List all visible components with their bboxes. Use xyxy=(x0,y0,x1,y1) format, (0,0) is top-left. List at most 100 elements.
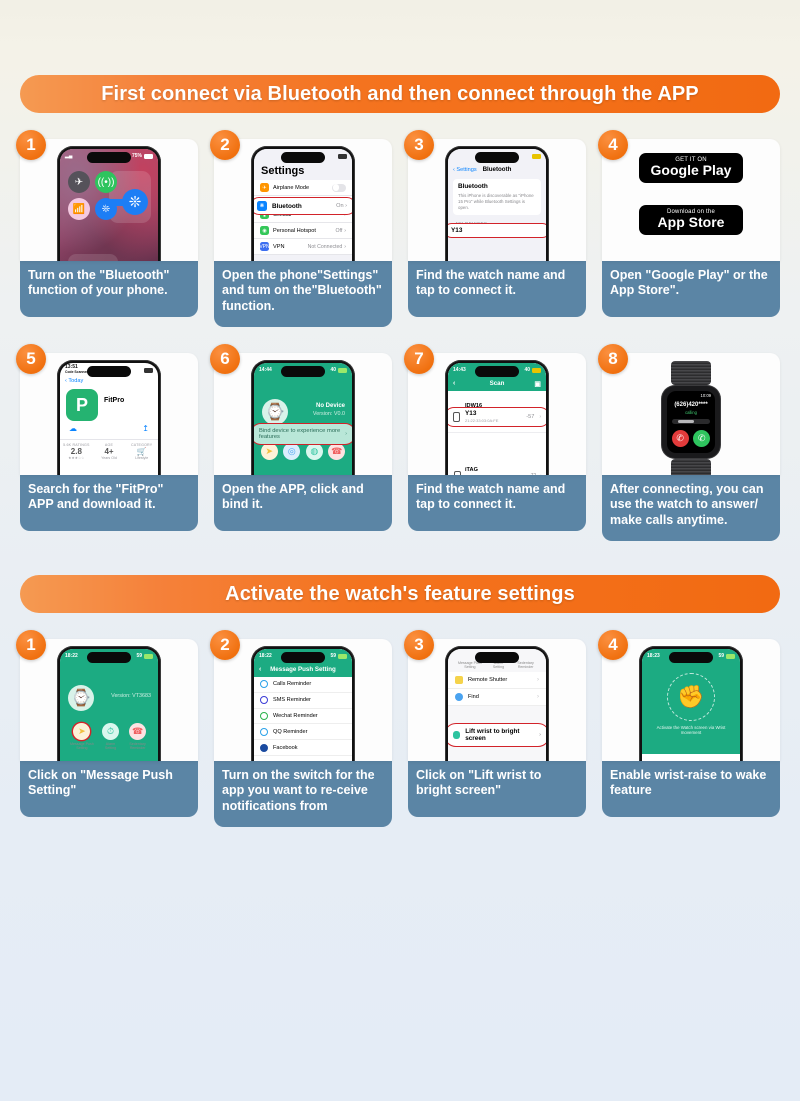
sedentary-icon[interactable]: ◍ xyxy=(305,443,323,460)
step-card-5: 5 13:51 Code Scanner ‹ Today P FitPro ☁ … xyxy=(16,344,198,541)
watch-icon xyxy=(453,412,460,422)
bind-device-label: Bind device to experience more features xyxy=(259,428,341,440)
watch-time: 10:09 xyxy=(700,393,711,398)
step-card-1: 1 ▂▄ 75% ✈ ((•)) 📶 ❊ ❊ Turn on the "Blue… xyxy=(16,130,198,327)
push-row-wechat[interactable]: Wechat Reminder xyxy=(254,708,352,725)
chevron-right-icon: › xyxy=(537,694,539,701)
back-button[interactable]: ‹ xyxy=(453,380,455,387)
airplane-toggle[interactable] xyxy=(332,183,346,192)
phone-mockup: ‹ Settings Bluetooth Bluetooth This iPho… xyxy=(445,146,549,261)
feature-row-lift-wrist-highlighted[interactable]: Lift wrist to bright screen › xyxy=(448,723,546,747)
fitpro-app-name: FitPro xyxy=(104,397,125,404)
device-row-y13-highlighted[interactable]: Y13 xyxy=(448,223,546,238)
settings-row-bluetooth-highlighted[interactable]: ❊ Bluetooth On › xyxy=(254,197,352,215)
message-push-icon: ➤ xyxy=(73,723,91,740)
step-caption: Open the APP, click and bind it. xyxy=(214,475,392,531)
section-banner-connect: First connect via Bluetooth and then con… xyxy=(20,75,780,113)
wifi-icon[interactable]: 📶 xyxy=(68,198,90,220)
device-row[interactable]: iTAG FF:FF:10:A5:B4:B3:BB:02:01:03:00 -7… xyxy=(448,455,546,475)
step-number-badge: 3 xyxy=(404,130,434,160)
screenshot-scan-list: 14:43 40 ‹ Scan ▣ IDW16 iTAG Y13 21:22:3… xyxy=(408,353,586,475)
message-push-icon[interactable]: ➤ xyxy=(260,443,278,460)
device-mac: 21:22:33:03:0A:FE xyxy=(465,418,499,423)
phone-accept-icon[interactable]: ✆ xyxy=(693,430,711,447)
row-label: Bluetooth xyxy=(272,202,302,210)
app-store-label: App Store xyxy=(657,214,725,230)
phone-notch xyxy=(87,652,131,663)
back-button[interactable]: ‹ xyxy=(259,666,261,673)
screenshot-feature-list: Message Push Setting Alarm Setting Seden… xyxy=(408,639,586,761)
feature-alarm[interactable]: ⏱ Alarm Setting xyxy=(100,723,121,750)
screenshot-fitpro-bind: 14:44 40 ⌚ No Device Version: V0.0 ➤ ◎ ◍… xyxy=(214,353,392,475)
settings-row-vpn[interactable]: VPN VPN Not Connected › xyxy=(254,239,352,255)
app-store-badge[interactable]: Download on the App Store xyxy=(639,205,743,235)
row-value: Not Connected xyxy=(307,243,343,250)
version-label: Version: V0.0 xyxy=(312,411,345,417)
screenshot-message-push-setting: 18:22 59 ‹ Message Push Setting Calls Re… xyxy=(214,639,392,761)
airplane-icon[interactable]: ✈ xyxy=(68,171,90,193)
phone-notch xyxy=(281,366,325,377)
feature-row-find[interactable]: Find › xyxy=(448,689,546,707)
bind-device-banner[interactable]: Bind device to experience more features … xyxy=(254,423,352,445)
phone-decline-icon[interactable]: ✆ xyxy=(671,430,689,447)
status-time: 18:22 xyxy=(65,653,78,659)
device-row-y13-highlighted[interactable]: Y13 21:22:33:03:0A:FE -57 › xyxy=(448,407,546,427)
phone-mockup: Message Push Setting Alarm Setting Seden… xyxy=(445,646,549,761)
call-icon[interactable]: ☎ xyxy=(328,443,346,460)
screenshot-store-badges: GET IT ON Google Play Download on the Ap… xyxy=(602,139,780,261)
push-row-calls[interactable]: Calls Reminder xyxy=(254,677,352,693)
step-number-badge: 6 xyxy=(210,344,240,374)
lift-wrist-icon xyxy=(453,731,461,739)
step-number-badge: 5 xyxy=(16,344,46,374)
push-row-qq[interactable]: QQ Reminder xyxy=(254,724,352,741)
feature-card-3: 3 Message Push Setting Alarm Setting Sed… xyxy=(404,630,586,827)
status-time: 14:44 xyxy=(259,367,272,373)
calls-reminder-icon xyxy=(260,680,268,689)
status-time: 18:22 xyxy=(259,653,272,659)
phone-mockup: ▂▄ 75% ✈ ((•)) 📶 ❊ ❊ xyxy=(57,146,161,261)
google-play-badge[interactable]: GET IT ON Google Play xyxy=(639,153,743,183)
battery-icon xyxy=(144,153,153,159)
row-label: Calls Reminder xyxy=(273,681,312,688)
airdrop-icon[interactable]: ((•)) xyxy=(95,171,117,193)
push-row-facebook[interactable]: Facebook xyxy=(254,740,352,756)
back-button[interactable]: ‹ Settings xyxy=(453,167,477,173)
phone-notch xyxy=(281,652,325,663)
feature-sedentary[interactable]: ☎ Sedentary Reminder xyxy=(121,723,154,750)
bluetooth-nav-bar: ‹ Settings Bluetooth xyxy=(448,163,546,177)
phone-notch xyxy=(475,152,519,163)
phone-notch xyxy=(475,366,519,377)
chevron-right-icon: › xyxy=(345,431,347,437)
fitpro-app-icon: P xyxy=(66,389,98,421)
step-number-badge: 2 xyxy=(210,130,240,160)
alarm-icon[interactable]: ◎ xyxy=(283,443,301,460)
phone-mockup: 18:23 59 ✊ Activate the Watch screen via… xyxy=(639,646,743,761)
volume-slider[interactable] xyxy=(672,419,710,424)
stat-age: AGE 4+ Years Old xyxy=(101,443,117,460)
row-label: VPN xyxy=(273,243,285,250)
code-scanner-label: Code Scanner xyxy=(65,369,88,374)
feature-label: Message Push Setting xyxy=(69,742,94,751)
settings-row-hotspot[interactable]: ◉ Personal Hotspot Off › xyxy=(254,223,352,239)
wrist-sense-toggle-row[interactable]: Wrist Sense xyxy=(642,754,740,761)
remote-shutter-icon xyxy=(455,676,463,685)
share-icon[interactable]: ↥ xyxy=(142,424,149,433)
scan-nav-bar: ‹ Scan ▣ xyxy=(448,377,546,391)
step-card-7: 7 14:43 40 ‹ Scan ▣ IDW16 iTAG Y13 21:22… xyxy=(404,344,586,541)
chevron-right-icon: › xyxy=(539,732,541,738)
step-caption: Click on "Lift wrist to bright screen" xyxy=(408,761,586,817)
feature-message-push[interactable]: ➤ Message Push Setting xyxy=(64,723,100,750)
download-icon[interactable]: ☁ xyxy=(69,424,77,433)
row-label: Personal Hotspot xyxy=(273,227,316,234)
step-caption: Open "Google Play" or the App Store". xyxy=(602,261,780,317)
step-card-2: 2 Settings ✈ Airplane Mode ◉ Personal Ho… xyxy=(210,130,392,327)
nav-title: Scan xyxy=(489,380,505,387)
screenshot-fitpro-home: 18:22 59 ⌚ Version: VT3683 ➤ Message Pus… xyxy=(20,639,198,761)
back-today-button[interactable]: ‹ Today xyxy=(60,377,158,385)
feature-row-remote-shutter[interactable]: Remote Shutter › xyxy=(448,672,546,690)
qr-scan-icon[interactable]: ▣ xyxy=(534,380,541,388)
settings-row-airplane[interactable]: ✈ Airplane Mode xyxy=(254,180,352,196)
push-row-sms[interactable]: SMS Reminder xyxy=(254,692,352,709)
google-play-label: Google Play xyxy=(650,162,732,178)
settings-title: Settings xyxy=(261,165,305,177)
